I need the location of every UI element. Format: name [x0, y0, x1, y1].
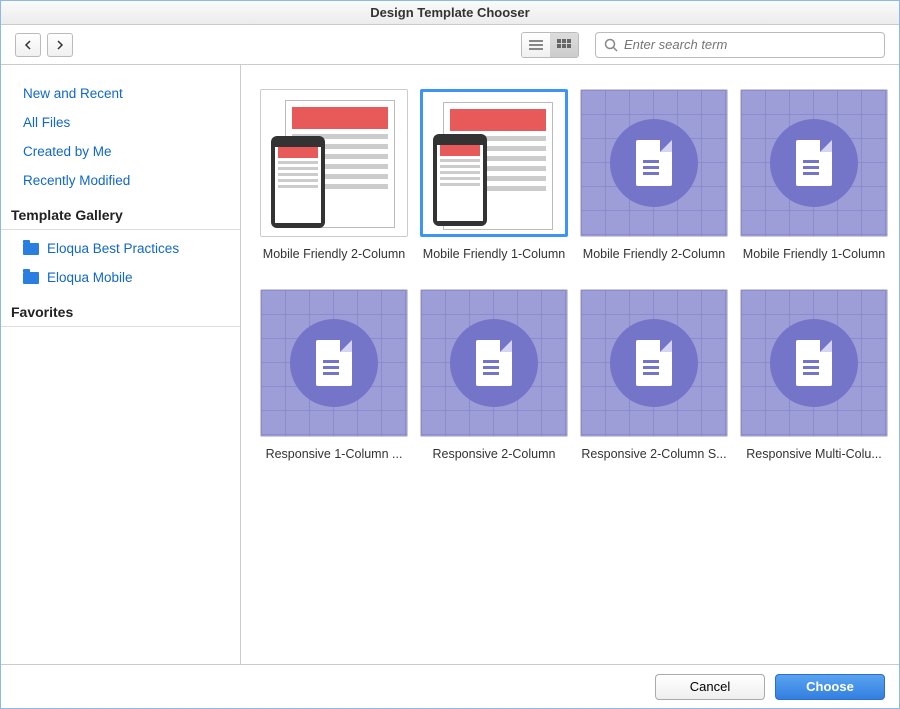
- template-label: Mobile Friendly 1-Column: [420, 247, 568, 261]
- template-label: Responsive 1-Column ...: [260, 447, 408, 461]
- choose-button[interactable]: Choose: [775, 674, 885, 700]
- template-label: Responsive Multi-Colu...: [740, 447, 888, 461]
- folder-icon: [23, 272, 39, 284]
- template-thumbnail: [260, 289, 408, 437]
- template-label: Responsive 2-Column: [420, 447, 568, 461]
- template-tile[interactable]: Responsive 1-Column ...: [259, 289, 409, 461]
- grid-icon: [557, 39, 571, 51]
- template-thumbnail: [740, 289, 888, 437]
- template-chooser-window: Design Template Chooser New and Recent A…: [0, 0, 900, 709]
- sidebar-item-best-practices[interactable]: Eloqua Best Practices: [1, 234, 240, 263]
- template-label: Responsive 2-Column S...: [580, 447, 728, 461]
- template-tile[interactable]: Mobile Friendly 1-Column: [739, 89, 889, 261]
- template-tile[interactable]: Responsive Multi-Colu...: [739, 289, 889, 461]
- template-tile[interactable]: Mobile Friendly 2-Column: [579, 89, 729, 261]
- template-thumbnail: [420, 89, 568, 237]
- list-view-button[interactable]: [522, 33, 550, 57]
- template-tile[interactable]: Responsive 2-Column S...: [579, 289, 729, 461]
- sidebar: New and Recent All Files Created by Me R…: [1, 65, 241, 664]
- chevron-right-icon: [55, 40, 65, 50]
- toolbar: [1, 25, 899, 65]
- sidebar-link-created-by-me[interactable]: Created by Me: [1, 137, 240, 166]
- template-thumbnail: [740, 89, 888, 237]
- template-thumbnail: [420, 289, 568, 437]
- sidebar-item-label: Eloqua Mobile: [47, 270, 133, 285]
- template-grid-area: Mobile Friendly 2-Column Mobile Friendly …: [241, 65, 899, 664]
- sidebar-section-template-gallery: Template Gallery: [1, 195, 240, 230]
- chevron-left-icon: [23, 40, 33, 50]
- template-thumbnail: [260, 89, 408, 237]
- search-box[interactable]: [595, 32, 885, 58]
- template-tile[interactable]: Responsive 2-Column: [419, 289, 569, 461]
- template-label: Mobile Friendly 2-Column: [260, 247, 408, 261]
- view-mode-toggle: [521, 32, 579, 58]
- nav-forward-button[interactable]: [47, 33, 73, 57]
- template-label: Mobile Friendly 1-Column: [740, 247, 888, 261]
- template-tile[interactable]: Mobile Friendly 2-Column: [259, 89, 409, 261]
- template-thumbnail: [580, 289, 728, 437]
- sidebar-link-new-recent[interactable]: New and Recent: [1, 79, 240, 108]
- window-title: Design Template Chooser: [1, 1, 899, 25]
- template-tile[interactable]: Mobile Friendly 1-Column: [419, 89, 569, 261]
- search-input[interactable]: [624, 37, 876, 52]
- sidebar-link-recently-modified[interactable]: Recently Modified: [1, 166, 240, 195]
- dialog-footer: Cancel Choose: [1, 664, 899, 708]
- list-icon: [529, 39, 543, 51]
- sidebar-item-eloqua-mobile[interactable]: Eloqua Mobile: [1, 263, 240, 292]
- cancel-button[interactable]: Cancel: [655, 674, 765, 700]
- grid-view-button[interactable]: [550, 33, 578, 57]
- sidebar-section-favorites: Favorites: [1, 292, 240, 327]
- nav-back-button[interactable]: [15, 33, 41, 57]
- search-icon: [604, 38, 618, 52]
- sidebar-link-all-files[interactable]: All Files: [1, 108, 240, 137]
- folder-icon: [23, 243, 39, 255]
- sidebar-item-label: Eloqua Best Practices: [47, 241, 179, 256]
- template-label: Mobile Friendly 2-Column: [580, 247, 728, 261]
- template-thumbnail: [580, 89, 728, 237]
